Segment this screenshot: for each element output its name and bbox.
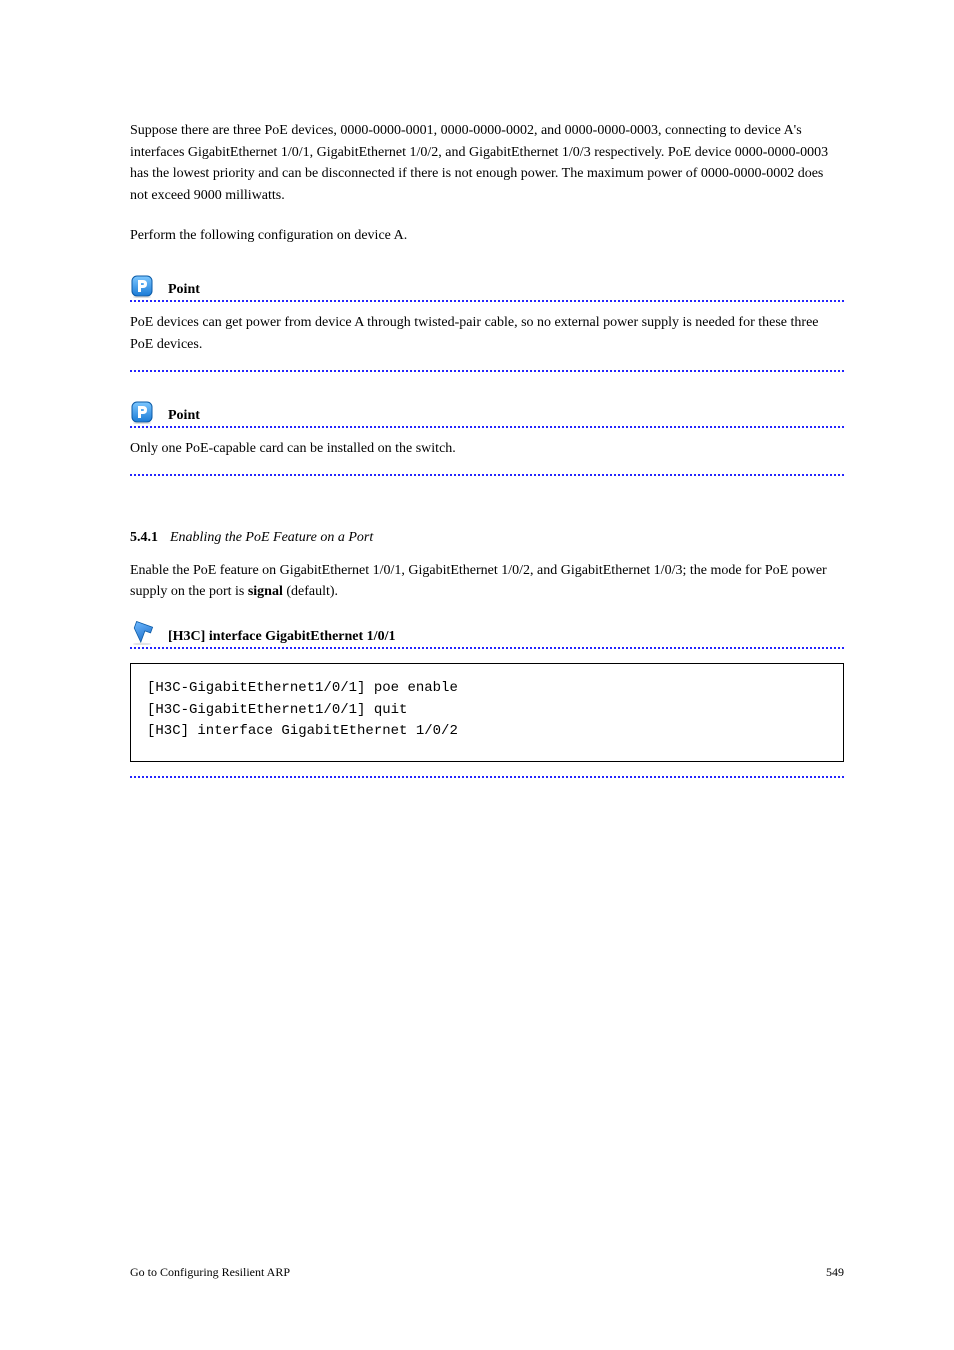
task-title: Enabling the PoE Feature on a Port (170, 530, 373, 546)
page: Suppose there are three PoE devices, 000… (0, 0, 954, 1350)
page-footer: Go to Configuring Resilient ARP 549 (130, 1265, 844, 1280)
task-intro: Enable the PoE feature on GigabitEtherne… (130, 560, 844, 603)
dotted-divider (130, 370, 844, 372)
footer-right: 549 (826, 1265, 844, 1280)
code-box: [H3C-GigabitEthernet1/0/1] poe enable [H… (130, 663, 844, 762)
command-row: [H3C] interface GigabitEthernet 1/0/1 (130, 621, 844, 645)
intro-paragraph-1: Suppose there are three PoE devices, 000… (130, 120, 844, 207)
intro-text-1: Suppose there are three PoE devices, 000… (130, 123, 828, 203)
code-box-wrap: [H3C-GigabitEthernet1/0/1] poe enable [H… (130, 663, 844, 762)
p-icon (130, 274, 154, 298)
task-section: 5.4.1 Enabling the PoE Feature on a Port… (130, 530, 844, 778)
task-number: 5.4.1 (130, 530, 158, 546)
task-intro-tail: (default). (283, 584, 338, 599)
point-title-2: Point (168, 408, 200, 424)
point-block-2: Point Only one PoE-capable card can be i… (130, 400, 844, 476)
p-icon (130, 400, 154, 424)
footer-left: Go to Configuring Resilient ARP (130, 1265, 290, 1280)
command-inline: [H3C] interface GigabitEthernet 1/0/1 (168, 629, 395, 645)
content-column: Suppose there are three PoE devices, 000… (130, 120, 844, 778)
dotted-divider (130, 426, 844, 428)
task-intro-bold: signal (248, 584, 283, 599)
point-row-2: Point (130, 400, 844, 424)
dotted-divider (130, 474, 844, 476)
task-intro-text: Enable the PoE feature on GigabitEtherne… (130, 563, 827, 600)
arrow-icon (130, 621, 154, 645)
intro-paragraph-2: Perform the following configuration on d… (130, 225, 844, 247)
point-block-1: Point PoE devices can get power from dev… (130, 274, 844, 371)
dotted-divider (130, 776, 844, 778)
dotted-divider (130, 647, 844, 649)
point-title-1: Point (168, 282, 200, 298)
intro-text-2: Perform the following configuration on d… (130, 228, 407, 243)
dotted-divider (130, 300, 844, 302)
point-body-2: Only one PoE-capable card can be install… (130, 438, 844, 460)
point-body-1: PoE devices can get power from device A … (130, 312, 844, 355)
point-row-1: Point (130, 274, 844, 298)
task-header: 5.4.1 Enabling the PoE Feature on a Port (130, 530, 844, 546)
